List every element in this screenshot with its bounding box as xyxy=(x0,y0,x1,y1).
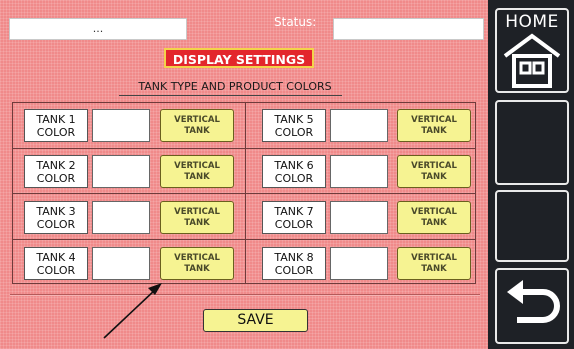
return-arrow-icon xyxy=(507,280,560,323)
annotation-arrow-icon xyxy=(103,283,162,339)
home-label: HOME xyxy=(505,12,559,32)
back-button[interactable] xyxy=(495,268,569,344)
main-panel: ... Status: DISPLAY SETTINGS TANK TYPE A… xyxy=(0,0,488,349)
sidebar-button-3[interactable] xyxy=(495,190,569,262)
house-icon xyxy=(503,33,561,88)
home-button[interactable]: HOME xyxy=(495,8,569,93)
sidebar-button-2[interactable] xyxy=(495,100,569,185)
